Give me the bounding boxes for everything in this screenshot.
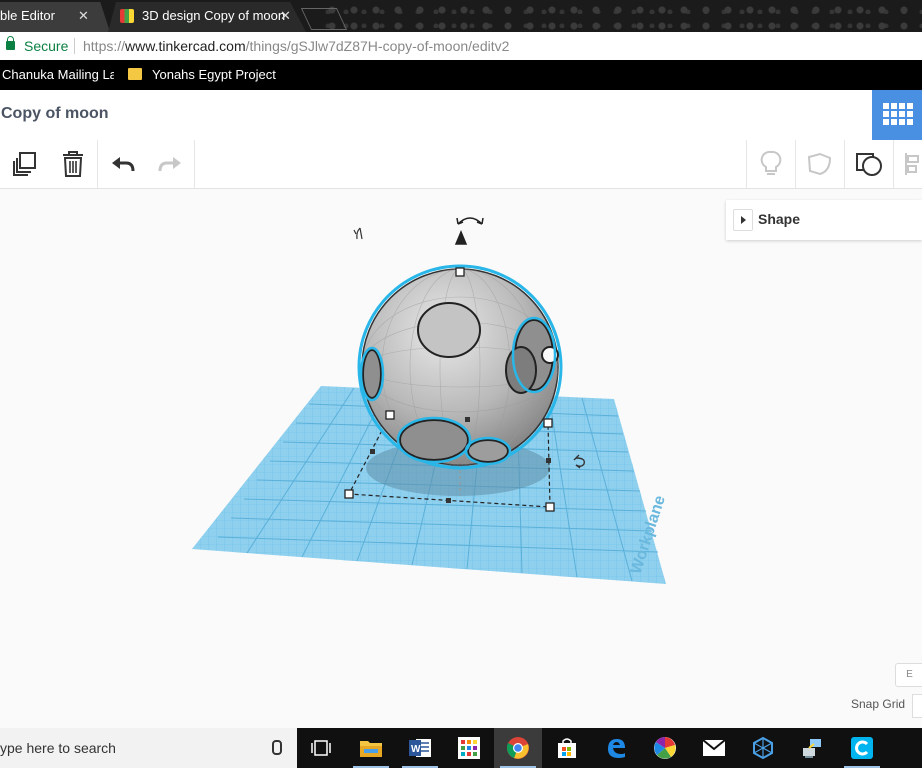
store-icon xyxy=(558,738,576,758)
word-button[interactable]: W xyxy=(396,728,444,768)
close-tab-icon[interactable]: ✕ xyxy=(280,2,291,30)
trash-icon xyxy=(63,151,83,177)
delete-button[interactable] xyxy=(49,140,97,188)
browser-tab-strip: ble Editor ✕ 3D design Copy of moon ✕ xyxy=(0,0,922,32)
snap-grid-select[interactable] xyxy=(912,694,922,718)
notes-button[interactable] xyxy=(747,140,795,188)
shape-inspector-panel[interactable]: Shape xyxy=(726,200,922,240)
corner-handle-front-left xyxy=(344,489,354,499)
rotate-arrow-top-icon[interactable] xyxy=(454,217,484,245)
tab-label: 3D design Copy of moon xyxy=(142,8,286,23)
url-host: www.tinkercad.com xyxy=(125,38,246,54)
copy-icon xyxy=(13,152,36,176)
chrome-icon xyxy=(506,737,529,759)
word-icon: W xyxy=(409,739,431,757)
url-path: /things/gSJlw7dZ87H-copy-of-moon/editv2 xyxy=(245,38,510,54)
3d-workspace[interactable]: Workplane xyxy=(0,189,922,728)
expand-caret-icon[interactable] xyxy=(733,209,753,231)
app-icon xyxy=(753,736,773,760)
c-app-icon xyxy=(851,737,873,759)
hole-button[interactable] xyxy=(796,140,844,188)
file-explorer-icon xyxy=(360,741,382,757)
browser-tab-editor[interactable]: ble Editor ✕ xyxy=(0,2,110,32)
app-header: Copy of moon xyxy=(0,90,922,141)
bookmark-chanuka[interactable]: Chanuka Mailing Labels xyxy=(2,60,114,90)
address-separator xyxy=(74,38,75,54)
redo-icon xyxy=(158,157,181,172)
corner-handle-back-left xyxy=(385,410,395,420)
rotate-arrow-left-icon[interactable] xyxy=(353,227,363,240)
close-tab-icon[interactable]: ✕ xyxy=(78,2,89,30)
task-view-icon xyxy=(311,740,331,756)
network-app-icon xyxy=(803,739,821,758)
folder-icon xyxy=(128,68,142,80)
tinkercad-favicon-icon xyxy=(120,9,134,23)
shape-panel-label: Shape xyxy=(758,211,801,227)
align-icon xyxy=(905,153,919,175)
corner-handle-front-right xyxy=(545,502,555,512)
taskbar-search-box[interactable]: ype here to search xyxy=(0,728,297,768)
tab-label: ble Editor xyxy=(0,8,55,23)
search-placeholder: ype here to search xyxy=(0,740,116,756)
photos-button[interactable] xyxy=(641,728,689,768)
toolbar-divider xyxy=(97,140,98,188)
network-app-button[interactable] xyxy=(788,728,836,768)
url-scheme: https:// xyxy=(83,38,126,54)
redo-button[interactable] xyxy=(146,140,194,188)
bookmarks-bar: Chanuka Mailing Labels Yonahs Egypt Proj… xyxy=(0,60,922,90)
workspace-scene[interactable]: Workplane xyxy=(0,189,922,728)
snap-grid-label: Snap Grid xyxy=(851,697,906,711)
copy-button[interactable] xyxy=(1,140,49,188)
edge-icon xyxy=(608,739,625,758)
browser-tab-tinkercad[interactable]: 3D design Copy of moon ✕ xyxy=(108,2,306,32)
secure-label: Secure xyxy=(24,38,69,54)
lock-icon xyxy=(6,36,15,50)
align-button[interactable] xyxy=(894,140,922,188)
windows-taskbar: ype here to search W xyxy=(0,728,922,768)
tab-strip-pattern xyxy=(322,0,922,32)
file-explorer-button[interactable] xyxy=(347,728,395,768)
top-handle xyxy=(455,267,465,277)
store-button[interactable] xyxy=(543,728,591,768)
address-bar[interactable]: Secure https://www.tinkercad.com/things/… xyxy=(0,32,922,61)
corner-handle-back-right xyxy=(543,418,553,428)
app-button[interactable] xyxy=(739,728,787,768)
chrome-button[interactable] xyxy=(494,728,542,768)
apps-grid-button[interactable] xyxy=(872,90,922,140)
undo-button[interactable] xyxy=(99,140,147,188)
app-grid-button[interactable] xyxy=(445,728,493,768)
c-app-button[interactable] xyxy=(838,728,886,768)
photos-icon xyxy=(654,737,676,759)
mail-icon xyxy=(702,739,726,756)
edit-grid-button[interactable]: E xyxy=(895,663,922,687)
url-text[interactable]: https://www.tinkercad.com/things/gSJlw7d… xyxy=(83,32,509,60)
solid-button[interactable] xyxy=(845,140,893,188)
mail-button[interactable] xyxy=(690,728,738,768)
bookmark-egypt[interactable]: Yonahs Egypt Project xyxy=(152,60,276,90)
hole-shape-icon xyxy=(807,152,832,176)
task-view-button[interactable] xyxy=(297,728,345,768)
microphone-icon[interactable] xyxy=(272,740,282,755)
moon-sphere[interactable] xyxy=(357,264,563,470)
lightbulb-icon xyxy=(760,150,782,175)
edge-button[interactable] xyxy=(592,728,640,768)
toolbar xyxy=(0,140,922,189)
design-title[interactable]: Copy of moon xyxy=(1,105,109,123)
undo-icon xyxy=(112,157,135,172)
svg-text:W: W xyxy=(411,744,421,755)
toolbar-divider xyxy=(194,140,195,188)
solid-shape-icon xyxy=(856,153,882,176)
app-grid-icon xyxy=(458,737,480,759)
